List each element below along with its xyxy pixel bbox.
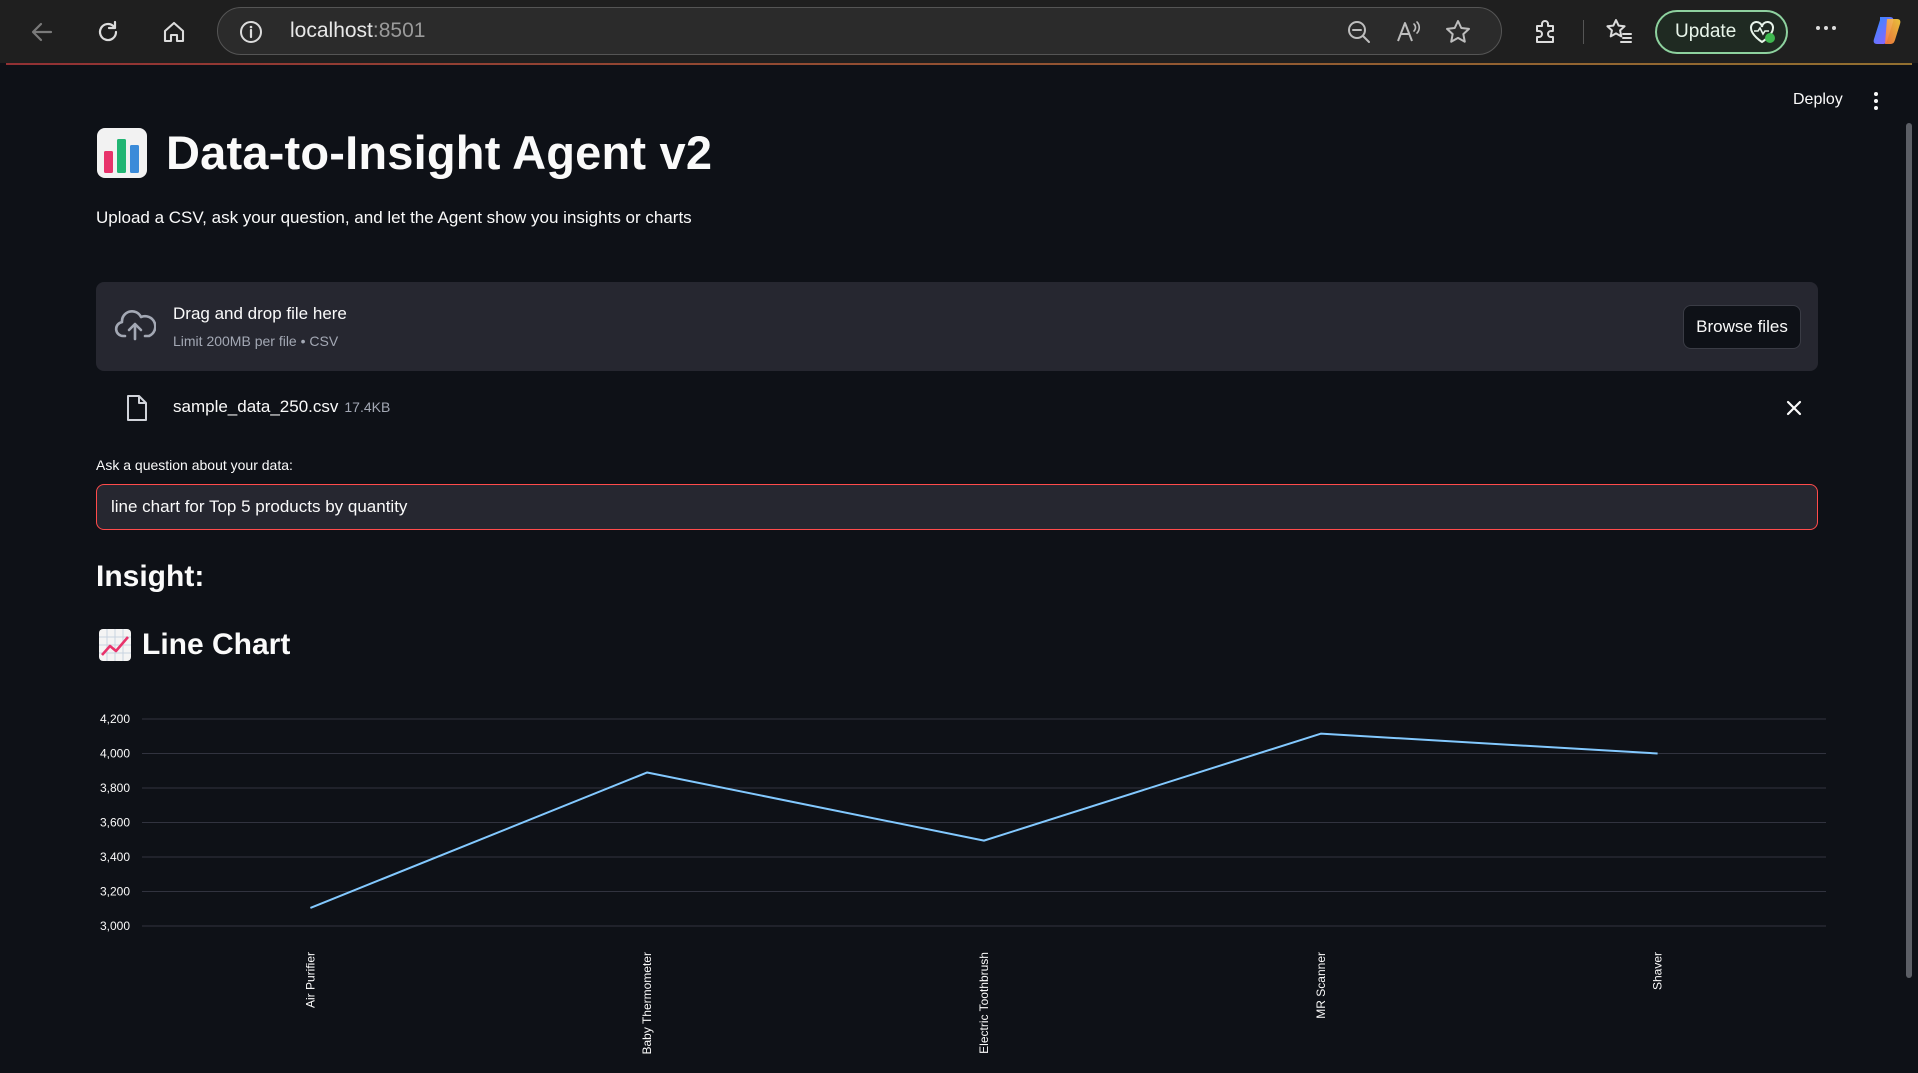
page-subtitle: Upload a CSV, ask your question, and let… — [96, 208, 692, 227]
url-text[interactable]: localhost:8501 — [290, 19, 425, 43]
data-point-0 — [307, 905, 313, 911]
update-label: Update — [1675, 21, 1737, 42]
title-text: Data-to-Insight Agent v2 — [166, 126, 713, 179]
home-button[interactable] — [154, 12, 194, 52]
question-input[interactable] — [96, 484, 1818, 530]
app-header-decoration — [6, 63, 1912, 65]
y-tick-label-4: 3,800 — [100, 781, 130, 795]
x-tick-label-3: MR Scanner — [1314, 952, 1328, 1019]
favorite-star-icon[interactable] — [1444, 18, 1472, 46]
uploaded-file-row: sample_data_250.csv 17.4KB — [96, 388, 1818, 428]
y-tick-label-3: 3,600 — [100, 816, 130, 830]
file-uploader-dropzone[interactable]: Drag and drop file here Limit 200MB per … — [96, 282, 1818, 371]
reload-icon — [98, 20, 118, 42]
x-tick-label-1: Baby Thermometer — [640, 952, 654, 1055]
chart-heading: Line Chart — [98, 628, 290, 662]
more-options-button[interactable] — [1806, 14, 1846, 48]
remove-file-icon[interactable] — [1782, 396, 1806, 420]
more-horizontal-icon — [1816, 26, 1836, 30]
back-arrow-icon — [31, 22, 53, 42]
y-tick-label-2: 3,400 — [100, 850, 130, 864]
favorites-button[interactable] — [1602, 14, 1636, 48]
file-icon — [127, 395, 147, 421]
streamlit-app: Deploy Data-to-Insight Agent v2 Upload a… — [6, 63, 1912, 1068]
y-tick-label-5: 4,000 — [100, 747, 130, 761]
dropzone-limit-text: Limit 200MB per file • CSV — [173, 333, 339, 349]
data-point-2 — [981, 838, 987, 844]
question-label: Ask a question about your data: — [96, 457, 293, 473]
cloud-upload-icon — [114, 310, 156, 341]
x-tick-label-2: Electric Toothbrush — [977, 952, 991, 1054]
page-scrollbar[interactable] — [1906, 123, 1912, 978]
series-line — [310, 732, 1658, 909]
puzzle-icon — [1536, 20, 1554, 43]
y-tick-label-1: 3,200 — [100, 885, 130, 899]
favorites-list-icon — [1606, 19, 1632, 43]
x-tick-label-4: Shaver — [1651, 952, 1665, 990]
copilot-icon[interactable] — [1871, 13, 1905, 47]
read-aloud-icon[interactable] — [1394, 18, 1422, 46]
url-host: localhost — [290, 19, 373, 42]
bar-chart-icon — [97, 127, 147, 178]
file-size: 17.4KB — [344, 399, 391, 415]
line-chart: 3,000 3,200 3,400 3,600 3,800 4,000 4,200 Air P… — [100, 712, 1826, 1055]
data-point-4 — [1655, 751, 1661, 757]
heart-pulse-icon — [1750, 21, 1776, 44]
x-tick-label-0: Air Purifier — [303, 952, 317, 1008]
main-menu-icon[interactable] — [1866, 89, 1886, 113]
back-button[interactable] — [22, 12, 62, 52]
y-tick-label-0: 3,000 — [100, 919, 130, 933]
url-port: :8501 — [372, 19, 426, 42]
reload-button[interactable] — [88, 12, 128, 52]
toolbar-divider — [1583, 20, 1584, 44]
browser-toolbar: localhost:8501 Update — [0, 0, 1918, 63]
zoom-out-icon[interactable] — [1345, 18, 1373, 46]
chart-heading-text: Line Chart — [142, 628, 291, 661]
file-name-text: sample_data_250.csv — [173, 397, 339, 416]
browse-files-button[interactable]: Browse files — [1683, 305, 1801, 349]
data-point-3 — [1318, 731, 1324, 737]
site-info-icon[interactable] — [239, 20, 263, 44]
page-title: Data-to-Insight Agent v2 — [96, 125, 712, 180]
y-tick-label-6: 4,200 — [100, 712, 130, 726]
update-button[interactable]: Update — [1655, 10, 1788, 54]
data-point-1 — [644, 769, 650, 775]
deploy-button[interactable]: Deploy — [1793, 91, 1843, 109]
insight-heading: Insight: — [96, 560, 205, 593]
extensions-button[interactable] — [1528, 14, 1562, 48]
home-icon — [163, 21, 185, 43]
dropzone-title: Drag and drop file here — [173, 304, 347, 323]
chart-increasing-icon — [99, 629, 131, 661]
uploaded-file-name: sample_data_250.csv 17.4KB — [173, 397, 390, 417]
address-bar[interactable]: localhost:8501 — [217, 7, 1502, 55]
